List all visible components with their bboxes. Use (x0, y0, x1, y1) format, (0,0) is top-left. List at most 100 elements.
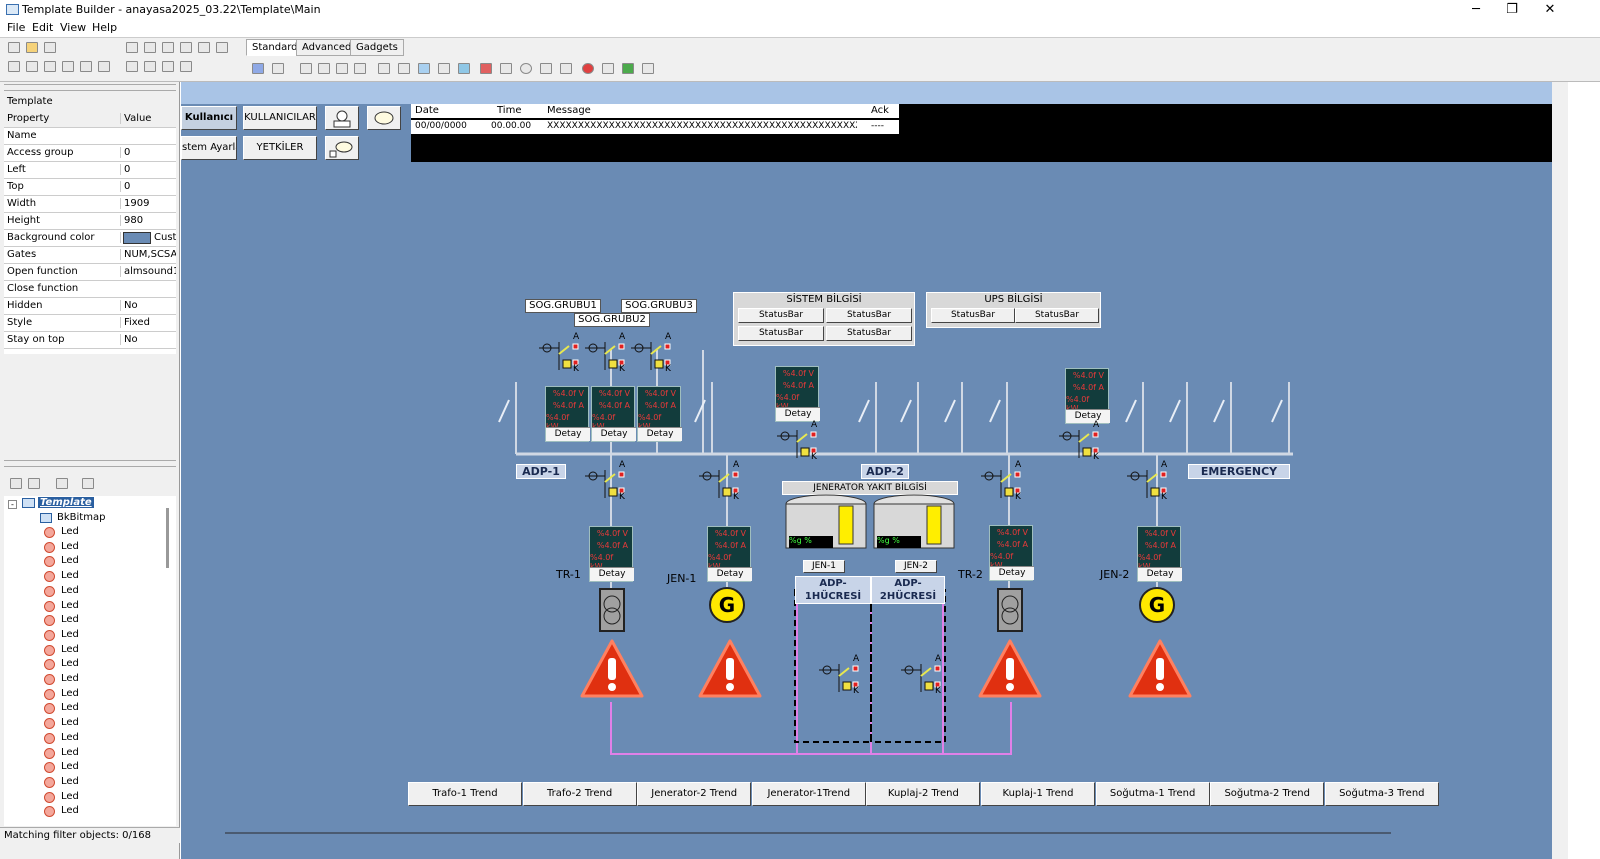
detay-button[interactable]: Detay (708, 567, 752, 581)
gadget-tool-icon[interactable] (378, 63, 390, 74)
property-row[interactable]: Access group 0 (4, 145, 176, 162)
detay-button[interactable]: Detay (1066, 409, 1110, 423)
circuit-breaker[interactable]: AK (981, 460, 1025, 502)
property-row[interactable]: Width 1909 (4, 196, 176, 213)
save-icon[interactable] (44, 42, 56, 53)
circuit-breaker[interactable]: AK (1127, 460, 1171, 502)
align-left-icon[interactable] (126, 42, 138, 53)
property-row[interactable]: Close function (4, 281, 176, 298)
send-back-icon[interactable] (180, 61, 192, 72)
align-bottom-icon[interactable] (180, 42, 192, 53)
undo-icon[interactable] (8, 61, 20, 72)
property-value[interactable]: 0 (120, 164, 176, 175)
jen2-tank-label[interactable]: JEN-2 (895, 560, 937, 573)
label-tool-icon[interactable] (398, 63, 410, 74)
trend-button[interactable]: Soğutma-2 Trend (1210, 782, 1325, 806)
collapse-all-icon[interactable] (28, 478, 40, 489)
property-row[interactable]: Background colorCusto (4, 230, 176, 247)
panel-tool-icon[interactable] (318, 63, 330, 74)
tree-root[interactable]: Template (38, 497, 94, 508)
canvas-hscroll[interactable] (225, 832, 1391, 834)
property-row[interactable]: Open function almsound1( (4, 264, 176, 281)
checkbox-tool-icon[interactable] (500, 63, 512, 74)
property-value[interactable]: No (120, 334, 176, 345)
menu-view[interactable]: View (60, 21, 86, 34)
gauge-tool-icon[interactable] (480, 63, 492, 74)
warning-icon[interactable] (579, 638, 645, 700)
detay-button[interactable]: Detay (990, 566, 1034, 580)
transformer-1-icon[interactable] (599, 588, 625, 632)
property-value[interactable]: NUM,SCSAV (120, 249, 176, 260)
detay-button[interactable]: Detay (638, 427, 682, 441)
trend-button[interactable]: Kuplaj-2 Trend (866, 782, 981, 806)
statusbar[interactable]: StatusBar (738, 326, 824, 341)
sort-icon[interactable] (82, 478, 94, 489)
trend-button[interactable]: Jenerator-2 Trend (637, 782, 752, 806)
menu-file[interactable]: File (7, 21, 25, 34)
circuit-breaker[interactable]: AK (585, 460, 629, 502)
minimize-button[interactable]: ─ (1456, 0, 1496, 20)
property-value[interactable]: 980 (120, 215, 176, 226)
circuit-breaker[interactable]: AK (1059, 420, 1103, 462)
value-tool-icon[interactable] (602, 63, 614, 74)
window-tool-icon[interactable] (642, 63, 654, 74)
property-row[interactable]: Left 0 (4, 162, 176, 179)
tab-advanced[interactable]: Advanced (296, 39, 358, 56)
statusbar[interactable]: StatusBar (826, 308, 912, 323)
property-row[interactable]: Gates NUM,SCSAV (4, 247, 176, 264)
detay-button[interactable]: Detay (776, 407, 820, 421)
jen1-tank-label[interactable]: JEN-1 (803, 560, 845, 573)
trend-button[interactable]: Soğutma-1 Trend (1095, 782, 1210, 806)
menu-edit[interactable]: Edit (32, 21, 53, 34)
generator-1-icon[interactable]: G (709, 587, 745, 623)
maximize-button[interactable]: ❐ (1492, 0, 1532, 20)
find-icon[interactable] (98, 61, 110, 72)
align-top-icon[interactable] (162, 42, 174, 53)
paste-icon[interactable] (80, 61, 92, 72)
property-value[interactable]: 0 (120, 147, 176, 158)
trend-button[interactable]: Jenerator-1Trend (751, 782, 866, 806)
circuit-breaker[interactable]: AK (699, 460, 743, 502)
tree-panel-grip[interactable] (4, 460, 176, 467)
same-height-icon[interactable] (144, 61, 156, 72)
property-row[interactable]: Style Fixed (4, 315, 176, 332)
detay-button[interactable]: Detay (546, 427, 590, 441)
statusbar[interactable]: StatusBar (826, 326, 912, 341)
property-row[interactable]: Stay on top No (4, 332, 176, 349)
statusbar[interactable]: StatusBar (738, 308, 824, 323)
expand-all-icon[interactable] (10, 478, 22, 489)
property-row[interactable]: Name (4, 128, 176, 145)
menu-help[interactable]: Help (92, 21, 117, 34)
tree-bitmap[interactable]: BkBitmap (57, 512, 105, 523)
property-row[interactable]: Top 0 (4, 179, 176, 196)
close-button[interactable]: ✕ (1530, 0, 1570, 20)
circuit-breaker[interactable]: AK (901, 654, 945, 696)
circuit-breaker[interactable]: AK (585, 332, 629, 374)
cut-icon[interactable] (44, 61, 56, 72)
statusbar[interactable]: StatusBar (931, 308, 1015, 323)
detay-button[interactable]: Detay (590, 567, 634, 581)
property-value[interactable]: 0 (120, 181, 176, 192)
circuit-breaker[interactable]: AK (777, 420, 821, 462)
generator-2-icon[interactable]: G (1139, 587, 1175, 623)
open-icon[interactable] (26, 42, 38, 53)
circuit-breaker[interactable]: AK (539, 332, 583, 374)
transformer-2-icon[interactable] (997, 588, 1023, 632)
align-right-icon[interactable] (144, 42, 156, 53)
align-middle-icon[interactable] (216, 42, 228, 53)
trend-button[interactable]: Trafo-1 Trend (408, 782, 522, 806)
image-tool-icon[interactable] (438, 63, 450, 74)
grid-tool-icon[interactable] (560, 63, 572, 74)
detay-button[interactable]: Detay (592, 427, 636, 441)
button-tool-icon[interactable] (354, 63, 366, 74)
circuit-breaker[interactable]: AK (631, 332, 675, 374)
panel-grip[interactable] (4, 84, 176, 91)
property-value[interactable]: almsound1( (120, 266, 176, 277)
list-tool-icon[interactable] (540, 63, 552, 74)
rectangle-tool-icon[interactable] (300, 63, 312, 74)
filter-icon[interactable] (56, 478, 68, 489)
statusbar[interactable]: StatusBar (1015, 308, 1099, 323)
trend-button[interactable]: Soğutma-3 Trend (1324, 782, 1439, 806)
redo-icon[interactable] (26, 61, 38, 72)
circuit-breaker[interactable]: AK (819, 654, 863, 696)
